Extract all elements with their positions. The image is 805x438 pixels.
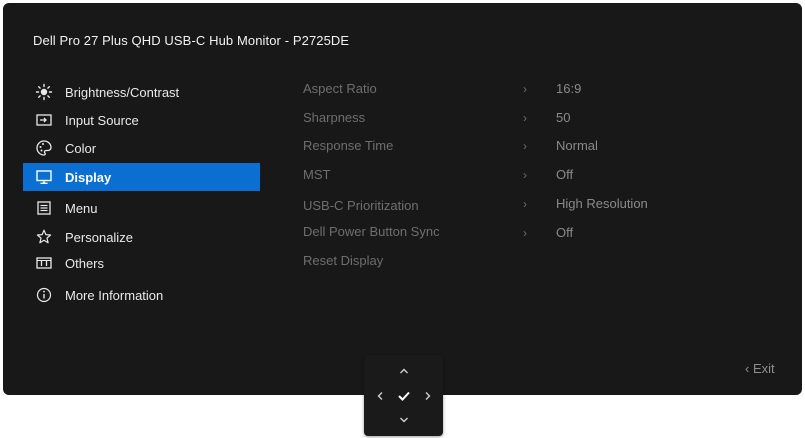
value-mst: Off — [556, 167, 574, 182]
menu-item-label: Menu — [65, 200, 98, 216]
brightness-icon — [35, 83, 53, 101]
menu-item-label: Color — [65, 140, 97, 156]
color-palette-icon — [35, 139, 53, 157]
menu-item-more-information[interactable]: More Information — [23, 281, 260, 309]
value-usb-c-prioritization: High Resolution — [556, 196, 648, 211]
submenu-item-aspect-ratio[interactable]: Aspect Ratio — [303, 81, 377, 96]
monitor-osd-panel: Dell Pro 27 Plus QHD USB-C Hub Monitor -… — [3, 3, 802, 395]
value-dell-power-button-sync: Off — [556, 225, 574, 240]
down-arrow-icon[interactable] — [397, 413, 411, 427]
submenu-item-reset-display[interactable]: Reset Display — [303, 253, 383, 268]
menu-item-label: Display — [65, 169, 112, 185]
submenu-item-mst[interactable]: MST — [303, 167, 330, 182]
menu-item-input-source[interactable]: Input Source — [23, 106, 260, 134]
submenu-item-dell-power-button-sync[interactable]: Dell Power Button Sync — [303, 224, 440, 239]
menu-item-display[interactable]: Display — [23, 163, 260, 191]
chevron-right-icon: › — [523, 197, 527, 211]
menu-item-color[interactable]: Color — [23, 134, 260, 162]
menu-icon — [35, 199, 53, 217]
chevron-left-icon: ‹ — [745, 361, 753, 376]
menu-item-personalize[interactable]: Personalize — [23, 223, 260, 251]
others-icon — [35, 254, 53, 272]
input-source-icon — [35, 111, 53, 129]
checkmark-icon[interactable] — [397, 389, 411, 403]
value-response-time: Normal — [556, 138, 598, 153]
chevron-right-icon: › — [523, 226, 527, 240]
menu-item-brightness-contrast[interactable]: Brightness/Contrast — [23, 78, 260, 106]
value-sharpness: 50 — [556, 110, 571, 125]
chevron-right-icon: › — [523, 111, 527, 125]
menu-item-label: Brightness/Contrast — [65, 84, 180, 100]
info-icon — [35, 286, 53, 304]
star-icon — [35, 228, 53, 246]
value-aspect-ratio: 16:9 — [556, 81, 582, 96]
up-arrow-icon[interactable] — [397, 364, 411, 378]
exit-button[interactable]: ‹ Exit — [745, 361, 775, 376]
chevron-right-icon: › — [523, 139, 527, 153]
submenu-item-response-time[interactable]: Response Time — [303, 138, 393, 153]
menu-item-label: Personalize — [65, 229, 133, 245]
menu-item-label: More Information — [65, 287, 164, 303]
right-arrow-icon[interactable] — [421, 389, 435, 403]
chevron-right-icon: › — [523, 168, 527, 182]
menu-item-label: Others — [65, 255, 105, 271]
chevron-right-icon: › — [523, 82, 527, 96]
menu-item-label: Input Source — [65, 112, 139, 128]
display-icon — [35, 168, 53, 186]
left-arrow-icon[interactable] — [373, 389, 387, 403]
joystick-controls — [364, 355, 443, 436]
osd-title: Dell Pro 27 Plus QHD USB-C Hub Monitor -… — [33, 33, 350, 48]
submenu-item-usb-c-prioritization[interactable]: USB-C Prioritization — [303, 198, 419, 213]
exit-label: Exit — [752, 361, 775, 376]
menu-item-others[interactable]: Others — [23, 249, 260, 277]
menu-item-menu[interactable]: Menu — [23, 194, 260, 222]
submenu-item-sharpness[interactable]: Sharpness — [303, 110, 365, 125]
